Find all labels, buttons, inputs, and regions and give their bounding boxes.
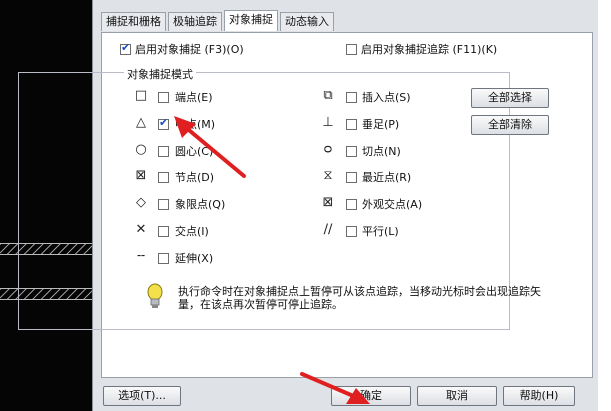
center-checkbox[interactable] [158,146,169,157]
cross-icon: ✕ [135,222,147,237]
check-mark-icon: ✔ [159,116,169,129]
clear-all-button[interactable]: 全部清除 [471,115,549,135]
parallel-checkbox[interactable] [346,226,357,237]
enable-tracking-checkbox[interactable] [346,44,357,55]
node-checkbox[interactable] [158,172,169,183]
tracking-hint: 执行命令时在对象捕捉点上暂停可从该点追踪，当移动光标时会出现追踪矢量，在该点再次… [178,285,541,311]
enable-tracking-label: 启用对象捕捉追踪 (F11)(K) [361,43,498,56]
enable-osnap-checkbox[interactable]: ✔ [120,41,131,55]
insert-icon: ⧉ [323,88,333,103]
tangent-icon: ᴑ [323,142,333,157]
endpoint-label: 端点(E) [175,91,213,104]
midpoint-checkbox[interactable]: ✔ [158,116,169,130]
tab-object-snap[interactable]: 对象捕捉 [224,10,278,31]
node-icon: ⊠ [135,168,147,183]
perpendicular-icon: ⊥ [322,115,334,130]
square-icon: □ [134,88,148,103]
group-title: 对象捕捉模式 [124,66,196,82]
extension-icon: ╌ [137,249,145,264]
apparent-intersection-icon: ⊠ [322,195,334,210]
apparent-intersection-label: 外观交点(A) [362,198,423,211]
tangent-checkbox[interactable] [346,146,357,157]
tab-polar-tracking[interactable]: 极轴追踪 [168,12,222,31]
quadrant-label: 象限点(Q) [175,198,226,211]
enable-osnap-label: 启用对象捕捉 (F3)(O) [135,43,244,56]
lightbulb-icon [147,283,163,308]
help-button[interactable]: 帮助(H) [503,386,575,406]
select-all-button[interactable]: 全部选择 [471,88,549,108]
tangent-label: 切点(N) [362,145,401,158]
intersection-checkbox[interactable] [158,226,169,237]
perpendicular-checkbox[interactable] [346,119,357,130]
nearest-icon: ⧖ [323,168,333,183]
tab-snap-grid[interactable]: 捕捉和栅格 [101,12,166,31]
parallel-icon: ∕∕ [323,222,333,237]
extension-checkbox[interactable] [158,253,169,264]
tab-dynamic-input[interactable]: 动态输入 [280,12,334,31]
cancel-button[interactable]: 取消 [417,386,497,406]
annotation-arrow [174,116,246,178]
diamond-icon: ◇ [136,195,146,210]
intersection-label: 交点(I) [175,225,209,238]
annotation-arrow [300,372,370,404]
triangle-icon: △ [136,115,146,130]
endpoint-checkbox[interactable] [158,92,169,103]
check-mark-icon: ✔ [121,41,131,54]
nearest-checkbox[interactable] [346,172,357,183]
circle-icon: ○ [135,142,147,157]
parallel-label: 平行(L) [362,225,399,238]
extension-label: 延伸(X) [175,252,214,265]
options-button[interactable]: 选项(T)... [103,386,181,406]
perpendicular-label: 垂足(P) [362,118,400,131]
insertion-label: 插入点(S) [362,91,411,104]
insertion-checkbox[interactable] [346,92,357,103]
nearest-label: 最近点(R) [362,171,412,184]
quadrant-checkbox[interactable] [158,199,169,210]
tab-bar: 捕捉和栅格 极轴追踪 对象捕捉 动态输入 [101,10,336,32]
apparent-intersection-checkbox[interactable] [346,199,357,210]
